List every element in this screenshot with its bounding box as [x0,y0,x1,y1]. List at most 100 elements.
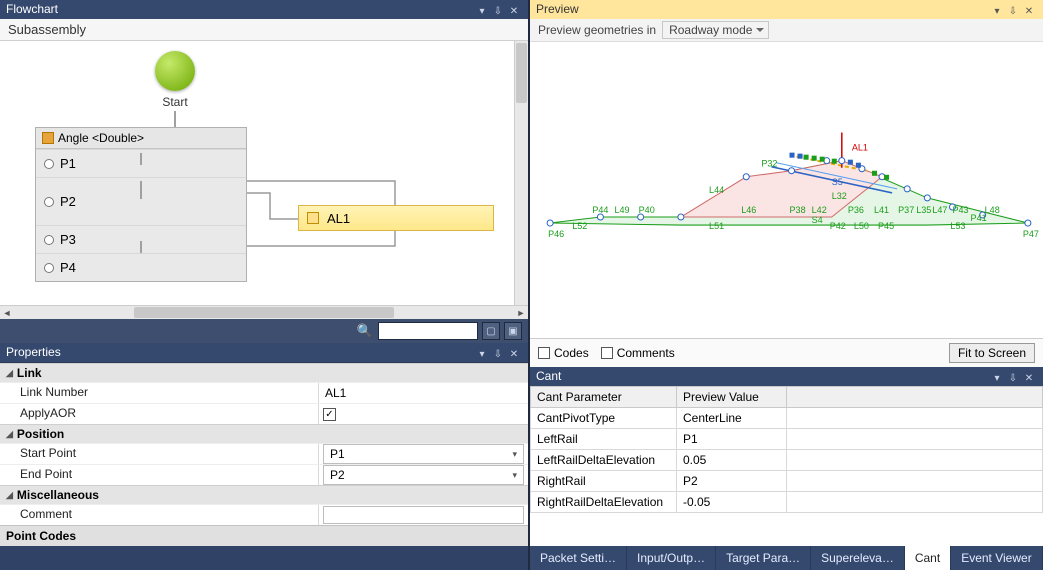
cell-value: P1 [677,429,787,450]
search-icon[interactable]: 🔍 [356,322,374,340]
col-header-blank [787,387,1043,408]
table-row[interactable]: RightRailDeltaElevation-0.05 [531,492,1043,513]
connector [174,111,176,127]
tab-event-viewer[interactable]: Event Viewer [951,546,1042,570]
cant-title: Cant [536,367,561,386]
horizontal-scrollbar[interactable] [14,305,514,319]
prop-value-link-number[interactable]: AL1 [318,383,528,403]
al1-node[interactable]: AL1 [298,205,494,231]
svg-text:S5: S5 [832,177,843,187]
prop-value-end-point[interactable]: P2 ▾ [318,465,528,485]
svg-text:P36: P36 [848,205,864,215]
table-row[interactable]: CantPivotTypeCenterLine [531,408,1043,429]
scroll-right-icon[interactable]: ► [514,305,528,319]
svg-text:P43: P43 [952,205,968,215]
tab-target-para-[interactable]: Target Para… [716,546,811,570]
properties-title: Properties [6,343,61,362]
prop-row-link-number: Link Number AL1 [0,382,528,403]
svg-text:AL1: AL1 [852,143,868,153]
close-icon[interactable]: ✕ [506,345,522,361]
cell-value: -0.05 [677,492,787,513]
pin-icon[interactable]: ⇩ [1005,369,1021,385]
close-icon[interactable]: ✕ [1021,369,1037,385]
search-input[interactable] [378,322,478,340]
prop-label: End Point [0,465,318,485]
cant-header: Cant ▾ ⇩ ✕ [530,367,1043,386]
tab-supereleva-[interactable]: Supereleva… [811,546,905,570]
group-label: Miscellaneous [17,488,99,502]
properties-footer [0,546,528,570]
prop-row-comment: Comment [0,504,528,525]
preview-canvas[interactable]: P46L52 P44L49 P40 L44 L46 P38 L51 L42S4 … [530,42,1043,338]
node-label: P1 [60,156,76,171]
prop-group-misc[interactable]: ◢ Miscellaneous [0,485,528,504]
node-label: P4 [60,260,76,275]
dropdown-icon[interactable]: ▾ [474,2,490,18]
al1-label: AL1 [327,211,350,226]
breadcrumb[interactable]: Subassembly [0,19,528,41]
point-codes-label: Point Codes [6,529,76,543]
cell-value: 0.05 [677,450,787,471]
close-icon[interactable]: ✕ [1021,2,1037,18]
dropdown-icon[interactable]: ▾ [989,369,1005,385]
preview-toolbar: Preview geometries in Roadway mode [530,19,1043,42]
svg-text:P40: P40 [639,205,655,215]
overview-grid-icon[interactable]: ▢ [482,322,500,340]
dropdown-icon[interactable]: ▾ [989,2,1005,18]
comments-checkbox[interactable]: Comments [601,346,675,360]
prop-value-comment[interactable] [318,505,528,525]
svg-text:P32: P32 [761,159,777,169]
cell-param: LeftRail [531,429,677,450]
prop-value-apply-aor[interactable]: ✓ [318,404,528,424]
start-point-dropdown[interactable]: P1 ▾ [323,444,524,464]
chevron-down-icon: ▾ [512,449,517,460]
prop-label: Start Point [0,444,318,464]
pin-icon[interactable]: ⇩ [490,345,506,361]
sequence-row-p4[interactable]: P4 [36,253,246,281]
prop-label: ApplyAOR [0,404,318,424]
connector [140,153,142,165]
overview-fill-icon[interactable]: ▣ [504,322,522,340]
svg-text:L47: L47 [932,205,947,215]
scroll-left-icon[interactable]: ◄ [0,305,14,319]
svg-text:P46: P46 [548,229,564,239]
scroll-thumb[interactable] [134,307,394,318]
table-row[interactable]: LeftRailP1 [531,429,1043,450]
codes-checkbox[interactable]: Codes [538,346,589,360]
prop-value-start-point[interactable]: P1 ▾ [318,444,528,464]
group-label: Position [17,427,64,441]
tab-input-outp-[interactable]: Input/Outp… [627,546,716,570]
checkbox-icon [601,347,613,359]
cell-blank [787,471,1043,492]
flowchart-canvas[interactable]: Start Angle <Double> P1 P2 [0,41,514,305]
table-row[interactable]: RightRailP2 [531,471,1043,492]
tab-cant[interactable]: Cant [905,546,951,570]
col-header-value[interactable]: Preview Value [677,387,787,408]
point-codes-header[interactable]: Point Codes [0,525,528,546]
vertical-scrollbar[interactable] [514,41,528,305]
pin-icon[interactable]: ⇩ [490,2,506,18]
fit-to-screen-button[interactable]: Fit to Screen [949,343,1035,363]
tab-packet-setti-[interactable]: Packet Setti… [530,546,627,570]
col-header-param[interactable]: Cant Parameter [531,387,677,408]
svg-text:P38: P38 [790,205,806,215]
flowchart-title: Flowchart [6,0,58,19]
end-point-dropdown[interactable]: P2 ▾ [323,465,524,485]
svg-text:L35: L35 [916,205,931,215]
preview-mode-dropdown[interactable]: Roadway mode [662,21,769,39]
prop-group-link[interactable]: ◢ Link [0,363,528,382]
group-label: Link [17,366,42,380]
comment-input[interactable] [323,506,524,524]
table-row[interactable]: LeftRailDeltaElevation0.05 [531,450,1043,471]
close-icon[interactable]: ✕ [506,2,522,18]
dropdown-icon[interactable]: ▾ [474,345,490,361]
start-node[interactable] [155,51,195,91]
sequence-container[interactable]: Angle <Double> P1 P2 P3 [35,127,247,282]
svg-text:P47: P47 [1023,229,1039,239]
pin-icon[interactable]: ⇩ [1005,2,1021,18]
scroll-thumb[interactable] [516,43,527,103]
preview-header: Preview ▾ ⇩ ✕ [530,0,1043,19]
chevron-down-icon: ▾ [512,470,517,481]
checkbox-icon[interactable]: ✓ [323,408,336,421]
prop-group-position[interactable]: ◢ Position [0,424,528,443]
